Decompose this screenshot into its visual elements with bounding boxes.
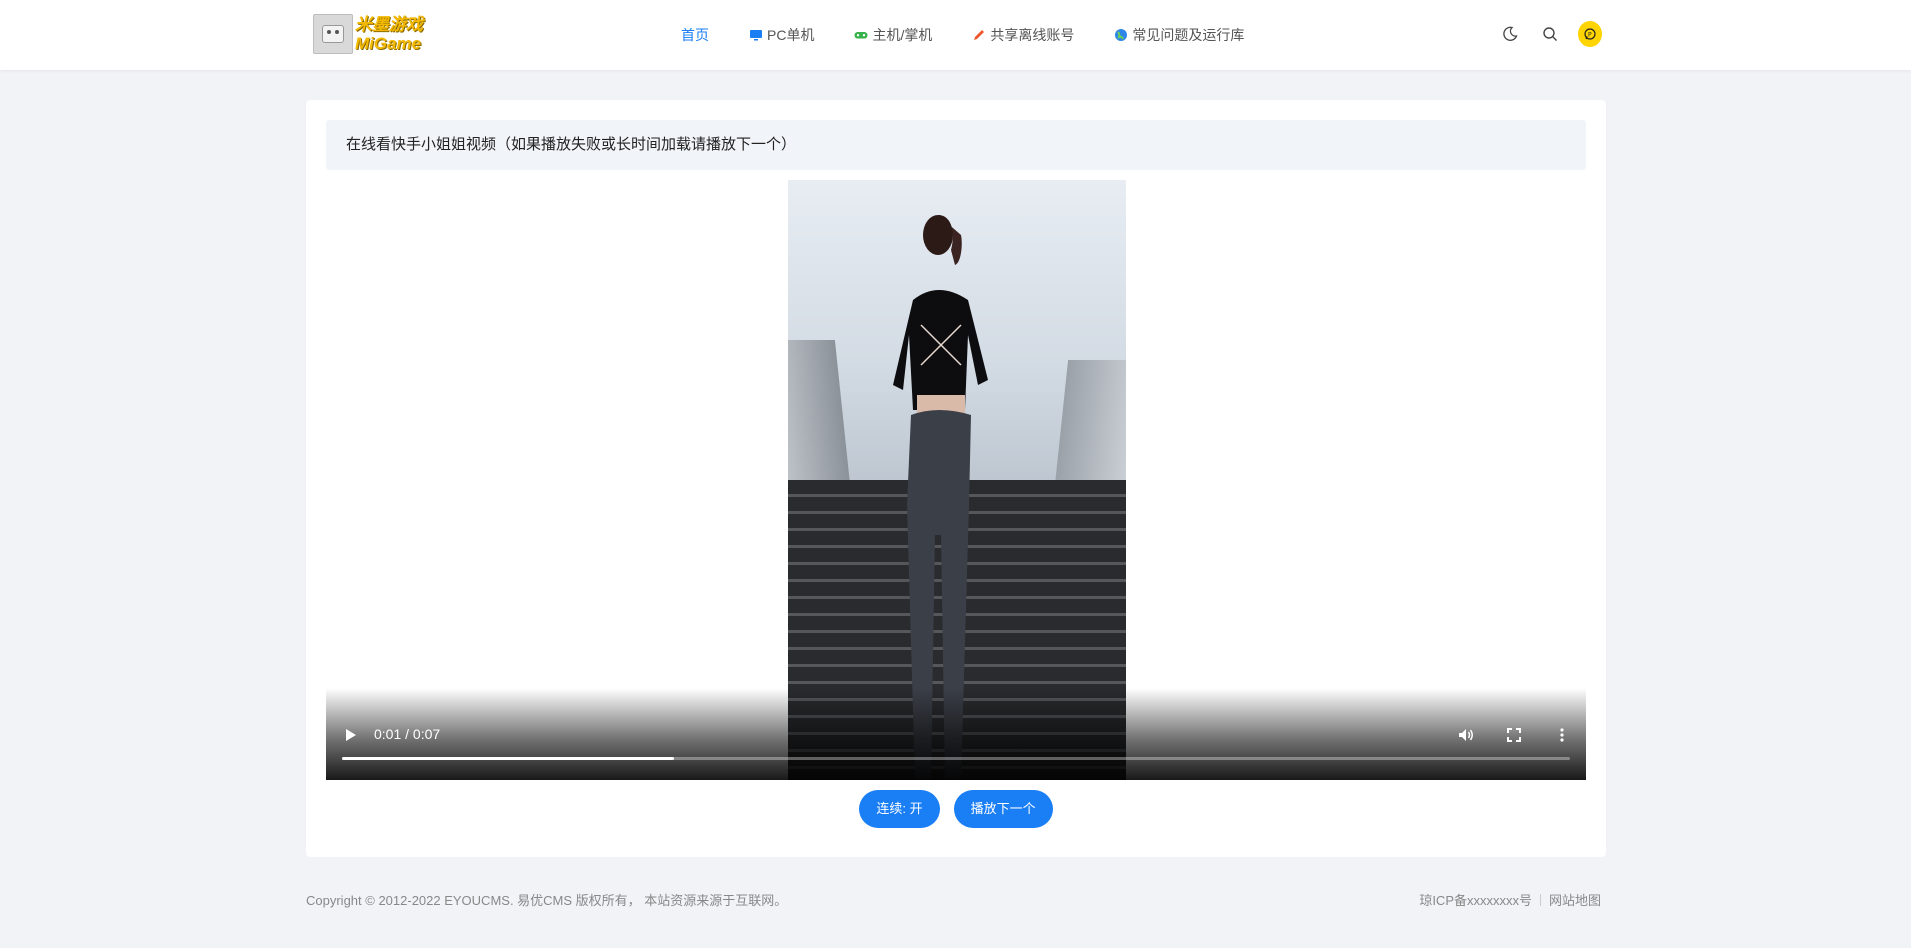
more-options-button[interactable]: [1552, 725, 1572, 745]
nav-item-pc[interactable]: PC单机: [749, 25, 814, 45]
logo-title: 米墨游戏: [355, 15, 423, 34]
message-icon: P: [1578, 21, 1602, 47]
site-logo[interactable]: 米墨游戏 MiGame: [313, 13, 441, 55]
site-header: 米墨游戏 MiGame 首页 PC单机 主机/掌机 共享离线账号 常见问题及运行…: [0, 0, 1911, 70]
footer-copyright: Copyright © 2012-2022 EYOUCMS. 易优CMS 版权所…: [306, 893, 788, 908]
play-button[interactable]: [340, 725, 360, 745]
logo-subtitle: MiGame: [355, 34, 422, 53]
svg-text:P: P: [1588, 32, 1592, 39]
nav-label: PC单机: [767, 27, 815, 43]
nav-item-faq[interactable]: 常见问题及运行库: [1114, 25, 1244, 45]
icp-link[interactable]: 琼ICP备xxxxxxxx号: [1419, 890, 1532, 909]
player-buttons: 连续: 开 播放下一个: [306, 790, 1606, 828]
volume-button[interactable]: [1456, 725, 1476, 745]
nav-item-console[interactable]: 主机/掌机: [854, 25, 932, 45]
play-icon: [346, 729, 356, 741]
nav-label: 首页: [681, 27, 709, 43]
header-tools: P: [1498, 21, 1602, 47]
video-card: 在线看快手小姐姐视频（如果播放失败或长时间加载请播放下一个） 0:01 / 0:…: [306, 100, 1606, 857]
nav-item-home[interactable]: 首页: [681, 25, 709, 45]
main-nav: 首页 PC单机 主机/掌机 共享离线账号 常见问题及运行库: [681, 24, 1284, 46]
fullscreen-icon: [1507, 728, 1521, 742]
nav-label: 主机/掌机: [872, 27, 933, 43]
nav-label: 常见问题及运行库: [1132, 27, 1245, 43]
sitemap-link[interactable]: 网站地图: [1549, 890, 1601, 909]
logo-image: [313, 14, 353, 54]
nav-item-shared-accounts[interactable]: 共享离线账号: [972, 25, 1074, 45]
monitor-icon: [750, 30, 762, 41]
notice-bar: 在线看快手小姐姐视频（如果播放失败或长时间加载请播放下一个）: [326, 120, 1586, 170]
search-icon: [1543, 27, 1557, 41]
volume-icon: [1459, 729, 1473, 741]
video-player[interactable]: 0:01 / 0:07: [326, 180, 1586, 780]
search-button[interactable]: [1538, 22, 1562, 46]
more-vertical-icon: [1560, 728, 1564, 742]
logo-text: 米墨游戏 MiGame: [355, 15, 423, 53]
video-controls: 0:01 / 0:07: [326, 688, 1586, 780]
dark-mode-toggle[interactable]: [1498, 22, 1522, 46]
video-progress-fill: [342, 757, 674, 760]
pencil-icon: [974, 30, 985, 40]
video-progress-bar[interactable]: [342, 757, 1570, 760]
video-controls-right: [1428, 725, 1572, 745]
video-time: 0:01 / 0:07: [374, 726, 441, 742]
play-next-button[interactable]: 播放下一个: [953, 790, 1053, 828]
gamepad-icon: [854, 32, 868, 39]
fullscreen-button[interactable]: [1504, 725, 1524, 745]
footer-divider: [1539, 893, 1541, 906]
moon-icon: [1503, 26, 1518, 41]
globe-icon: [1115, 29, 1128, 41]
footer-links: 琼ICP备xxxxxxxx号 网站地图: [1419, 890, 1601, 909]
continuous-play-toggle[interactable]: 连续: 开: [859, 790, 940, 828]
nav-label: 共享离线账号: [990, 27, 1075, 43]
message-button[interactable]: P: [1578, 21, 1602, 47]
